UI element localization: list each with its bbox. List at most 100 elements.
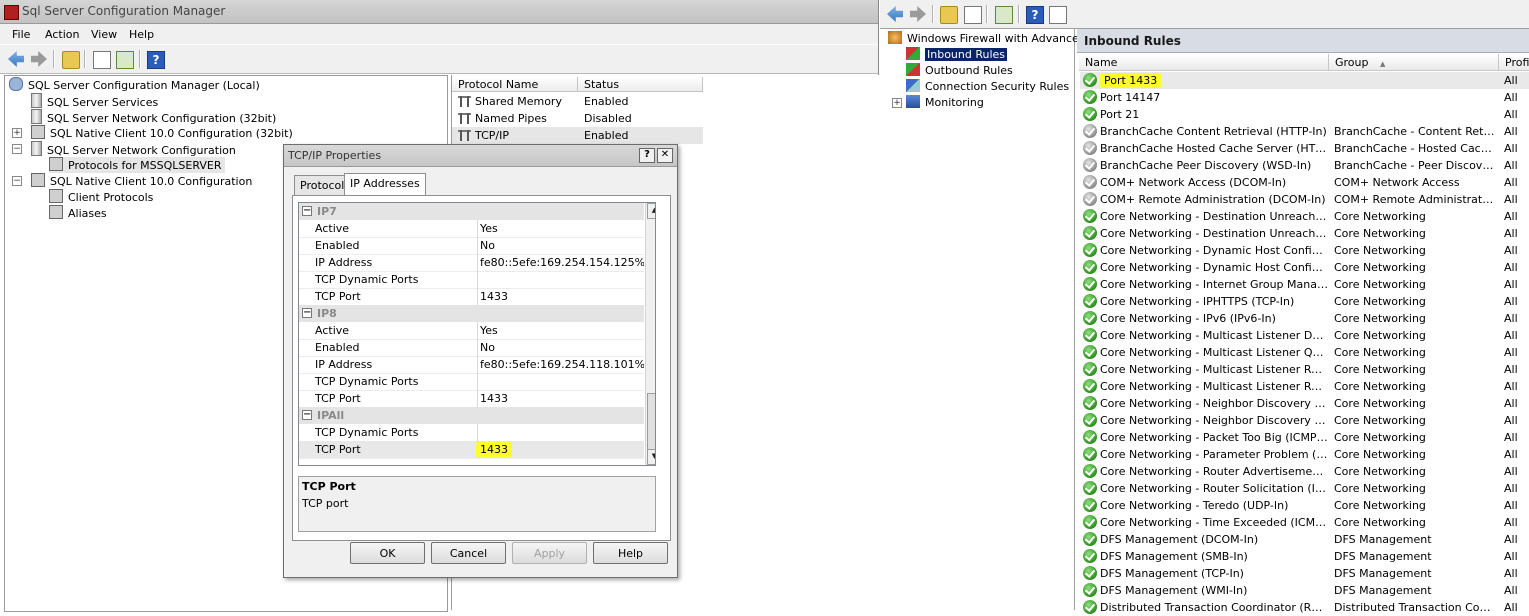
help-question-icon[interactable]: ? (639, 148, 655, 163)
rule-row[interactable]: Core Networking - IPHTTPS (TCP-In) Core N… (1080, 293, 1529, 310)
property-row[interactable]: TCP Dynamic Ports (299, 271, 644, 289)
protocol-row-selected[interactable]: TCP/IP Enabled (452, 127, 703, 144)
rule-row[interactable]: DFS Management (DCOM-In) DFS Management Al… (1080, 531, 1529, 548)
tree-item-native-client-32bit[interactable]: SQL Native Client 10.0 Configuration (32… (31, 125, 293, 141)
rule-row[interactable]: COM+ Network Access (DCOM-In) COM+ Networ… (1080, 174, 1529, 191)
rule-row[interactable]: Core Networking - Destination Unreachabl… (1080, 208, 1529, 225)
rule-row[interactable]: Core Networking - Neighbor Discovery Sol… (1080, 412, 1529, 429)
tree-item-network-config[interactable]: SQL Server Network Configuration (31, 141, 236, 157)
property-group-ip7[interactable]: − IP7 (299, 203, 644, 220)
scrollbar-thumb[interactable] (647, 393, 655, 450)
rule-row[interactable]: Core Networking - Teredo (UDP-In) Core Ne… (1080, 497, 1529, 514)
property-row[interactable]: Enabled No (299, 237, 644, 255)
property-row[interactable]: TCP Port 1433 (299, 288, 644, 306)
tree-item-monitoring[interactable]: Monitoring (906, 95, 984, 111)
show-hide-tree-icon[interactable] (964, 6, 982, 24)
rule-row[interactable]: Distributed Transaction Coordinator (RPC… (1080, 599, 1529, 616)
tab-protocol[interactable]: Protocol (294, 175, 351, 195)
rule-row[interactable]: Core Networking - Router Solicitation (I… (1080, 480, 1529, 497)
rule-row[interactable]: Port 21 All (1080, 106, 1529, 123)
rule-row[interactable]: Core Networking - IPv6 (IPv6-In) Core Net… (1080, 310, 1529, 327)
column-header-status[interactable]: Status (578, 77, 703, 92)
rule-row[interactable]: Core Networking - Multicast Listener Rep… (1080, 378, 1529, 395)
column-header-profile[interactable]: Profil (1499, 54, 1529, 71)
property-row[interactable]: IP Address fe80::5efe:169.254.154.125%13 (299, 254, 644, 272)
rule-row[interactable]: Core Networking - Dynamic Host Configura… (1080, 242, 1529, 259)
rule-row[interactable]: Core Networking - Dynamic Host Configura… (1080, 259, 1529, 276)
collapse-icon[interactable]: − (12, 144, 22, 154)
rule-row[interactable]: Core Networking - Packet Too Big (ICMPv6… (1080, 429, 1529, 446)
property-group-ipall[interactable]: − IPAll (299, 407, 644, 424)
expand-icon[interactable]: + (12, 128, 22, 138)
tree-item-native-client[interactable]: SQL Native Client 10.0 Configuration (31, 173, 252, 189)
help-button[interactable]: Help (593, 542, 668, 564)
tree-item-aliases[interactable]: Aliases (49, 205, 107, 221)
ok-button[interactable]: OK (350, 542, 425, 564)
column-header-protocol-name[interactable]: Protocol Name (452, 77, 578, 92)
tree-item-root[interactable]: SQL Server Configuration Manager (Local) (9, 77, 260, 93)
rule-row[interactable]: Core Networking - Multicast Listener Rep… (1080, 361, 1529, 378)
back-icon[interactable] (8, 51, 24, 67)
cancel-button[interactable]: Cancel (431, 542, 506, 564)
menu-view[interactable]: View (91, 28, 117, 41)
menu-action[interactable]: Action (45, 28, 79, 41)
rule-row[interactable]: DFS Management (TCP-In) DFS Management All (1080, 565, 1529, 582)
tree-item-firewall-root[interactable]: Windows Firewall with Advanced S (888, 31, 1096, 47)
rule-row[interactable]: DFS Management (SMB-In) DFS Management All (1080, 548, 1529, 565)
tree-item-outbound-rules[interactable]: Outbound Rules (906, 63, 1013, 79)
rule-row[interactable]: BranchCache Peer Discovery (WSD-In) Branc… (1080, 157, 1529, 174)
vertical-scrollbar[interactable]: ▲ ▼ (645, 203, 655, 465)
rule-row[interactable]: Core Networking - Destination Unreachabl… (1080, 225, 1529, 242)
property-row[interactable]: TCP Port 1433 (299, 390, 644, 408)
rule-row[interactable]: BranchCache Content Retrieval (HTTP-In) B… (1080, 123, 1529, 140)
column-header-name[interactable]: Name (1079, 54, 1329, 71)
tab-ip-addresses[interactable]: IP Addresses (344, 173, 426, 196)
rule-row[interactable]: Port 14147 All (1080, 89, 1529, 106)
protocol-row[interactable]: Shared Memory Enabled (458, 93, 703, 110)
protocol-row[interactable]: Named Pipes Disabled (458, 110, 703, 127)
expand-icon[interactable]: + (892, 98, 902, 108)
forward-icon[interactable] (31, 51, 47, 67)
property-row[interactable]: Active Yes (299, 322, 644, 340)
up-folder-icon[interactable] (940, 6, 958, 24)
scroll-up-icon[interactable]: ▲ (647, 203, 655, 219)
forward-icon[interactable] (910, 6, 926, 22)
property-row[interactable]: Active Yes (299, 220, 644, 238)
rule-row[interactable]: Core Networking - Router Advertisement (… (1080, 463, 1529, 480)
help-icon[interactable]: ? (147, 51, 165, 69)
rule-row[interactable]: Core Networking - Multicast Listener Don… (1080, 327, 1529, 344)
back-icon[interactable] (887, 6, 903, 22)
property-group-ip8[interactable]: − IP8 (299, 305, 644, 322)
collapse-icon[interactable]: − (302, 206, 312, 216)
rule-row[interactable]: Core Networking - Time Exceeded (ICMPv6-… (1080, 514, 1529, 531)
export-list-icon[interactable] (116, 51, 134, 69)
column-header-group[interactable]: Group ▲ (1329, 54, 1499, 71)
collapse-icon[interactable]: − (302, 410, 312, 420)
collapse-icon[interactable]: − (302, 308, 312, 318)
properties-icon[interactable] (93, 51, 111, 69)
export-list-icon[interactable] (995, 6, 1013, 24)
up-folder-icon[interactable] (62, 51, 80, 69)
apply-button[interactable]: Apply (512, 542, 587, 564)
rule-row[interactable]: DFS Management (WMI-In) DFS Management All (1080, 582, 1529, 599)
rule-row[interactable]: Core Networking - Parameter Problem (ICM… (1080, 446, 1529, 463)
tree-item-connection-security-rules[interactable]: Connection Security Rules (906, 79, 1069, 95)
property-row[interactable]: Enabled No (299, 339, 644, 357)
tree-item-inbound-rules[interactable]: Inbound Rules (906, 47, 1008, 63)
menu-help[interactable]: Help (129, 28, 154, 41)
property-row[interactable]: TCP Dynamic Ports (299, 373, 644, 391)
rule-row[interactable]: Port 1433 All (1080, 72, 1529, 89)
collapse-icon[interactable]: − (12, 176, 22, 186)
tree-item-client-protocols[interactable]: Client Protocols (49, 189, 153, 205)
rule-row[interactable]: COM+ Remote Administration (DCOM-In) COM+… (1080, 191, 1529, 208)
tree-item-protocols-mssqlserver[interactable]: Protocols for MSSQLSERVER (49, 157, 225, 173)
tree-item-sql-server-services[interactable]: SQL Server Services (31, 93, 158, 109)
property-row-selected[interactable]: TCP Port 1433 (299, 441, 644, 459)
scroll-down-icon[interactable]: ▼ (647, 449, 655, 465)
action-pane-icon[interactable] (1049, 6, 1067, 24)
rule-row[interactable]: Core Networking - Neighbor Discovery Adv… (1080, 395, 1529, 412)
rule-row[interactable]: Core Networking - Multicast Listener Que… (1080, 344, 1529, 361)
property-row[interactable]: IP Address fe80::5efe:169.254.118.101%14 (299, 356, 644, 374)
help-icon[interactable]: ? (1026, 6, 1044, 24)
rule-row[interactable]: BranchCache Hosted Cache Server (HTTP-In… (1080, 140, 1529, 157)
